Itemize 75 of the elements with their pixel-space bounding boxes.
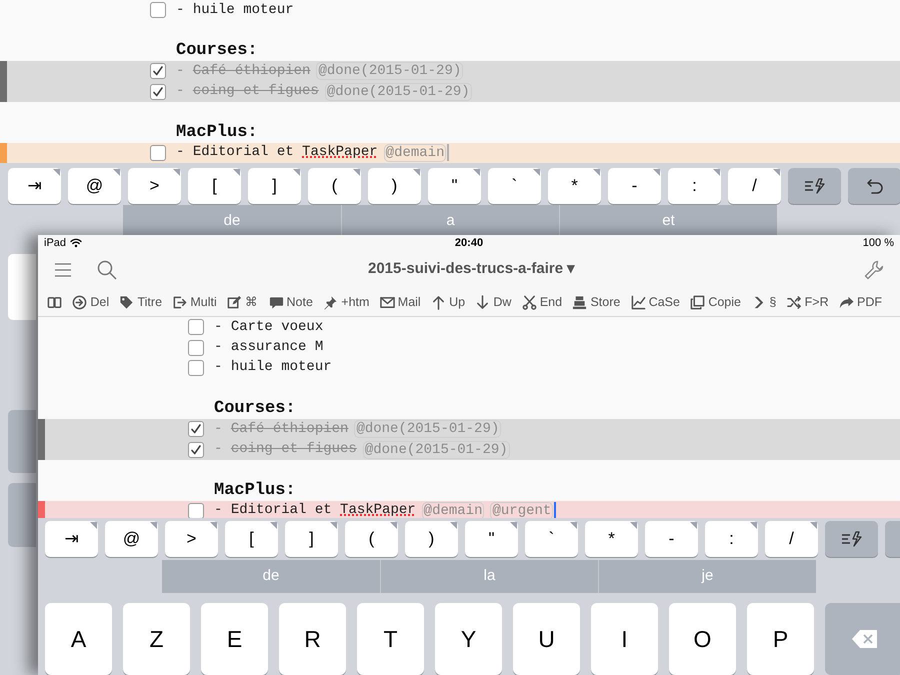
accessory-key[interactable]: * [585, 520, 638, 557]
toolbar-button[interactable]: Dw [475, 293, 512, 312]
keyboard-key[interactable]: Z [123, 602, 190, 675]
accessory-key[interactable]: " [428, 168, 481, 204]
task-text: - coing et figues [214, 440, 357, 460]
toolbar-button[interactable]: +htm [323, 293, 370, 312]
accessory-key[interactable]: - [645, 520, 698, 557]
toolbar-button[interactable]: § [751, 293, 776, 312]
toolbar-button[interactable]: Del [72, 293, 110, 312]
task-text: - Editorial et TaskPaper [176, 143, 378, 162]
accessory-key[interactable]: ] [285, 520, 338, 557]
keyboard-key[interactable]: O [669, 602, 736, 675]
accessory-key[interactable]: " [465, 520, 518, 557]
keyboard-key[interactable]: I [591, 602, 658, 675]
tag-label: @done(2015-01-29) [354, 420, 502, 438]
toolbar-button[interactable]: End [522, 293, 562, 312]
accessory-key[interactable]: [ [225, 520, 278, 557]
accessory-key[interactable]: ( [345, 520, 398, 557]
project-heading: Courses: [176, 41, 258, 62]
project-heading: MacPlus: [176, 122, 258, 143]
task-text: - Café éthiopien [214, 420, 348, 439]
project-heading: MacPlus: [214, 480, 296, 501]
task-text: - Carte voeux [214, 318, 324, 337]
accessory-key[interactable]: : [668, 168, 721, 204]
battery-label: 100 % [862, 236, 894, 251]
accessory-key[interactable]: ( [308, 168, 361, 204]
device-label: iPad [44, 236, 66, 251]
accessory-key[interactable]: ` [488, 168, 541, 204]
toolbar-button[interactable]: F>R [786, 293, 829, 312]
task-text: - Editorial et TaskPaper [214, 501, 416, 518]
task-text: - coing et figues [176, 82, 319, 102]
toolbar-button[interactable]: CaSe [630, 293, 680, 312]
accessory-key[interactable]: / [728, 168, 781, 204]
tag-label: @done(2015-01-29) [324, 82, 472, 101]
accessory-key[interactable]: ⇥ [45, 520, 98, 557]
accessory-key[interactable]: ] [248, 168, 301, 204]
keyboard-key[interactable]: A [45, 602, 112, 675]
toolbar-button[interactable]: Multi [172, 293, 217, 312]
project-heading: Courses: [214, 398, 296, 419]
toolbar-button[interactable]: Store [572, 293, 620, 312]
accessory-key[interactable]: * [548, 168, 601, 204]
accessory-key[interactable]: @ [105, 520, 158, 557]
accessory-key[interactable]: [ [188, 168, 241, 204]
keyboard-key[interactable]: E [201, 602, 268, 675]
accessory-key[interactable]: > [165, 520, 218, 557]
tag-label: @demain [384, 144, 446, 162]
accessory-key[interactable]: > [128, 168, 181, 204]
accessory-key[interactable]: @ [68, 168, 121, 204]
tag-label: @done(2015-01-29) [316, 62, 464, 80]
keyboard-key[interactable]: U [513, 602, 580, 675]
accessory-key[interactable]: / [765, 520, 818, 557]
keyboard-key[interactable]: P [747, 602, 814, 675]
accessory-key[interactable]: ) [405, 520, 458, 557]
clock-label: 20:40 [454, 236, 484, 251]
toolbar-button[interactable]: Mail [380, 293, 421, 312]
toolbar-button[interactable]: Up [431, 293, 466, 312]
accessory-key[interactable]: ` [525, 520, 578, 557]
task-text: - huile moteur [176, 0, 294, 20]
toolbar-button[interactable]: ⌘ [227, 293, 258, 312]
toolbar-button[interactable]: Copie [690, 293, 741, 312]
toolbar-button[interactable]: PDF [839, 293, 882, 312]
keyboard-key[interactable]: T [357, 602, 424, 675]
task-text: - assurance M [214, 338, 324, 358]
accessory-key[interactable]: : [705, 520, 758, 557]
toolbar-button[interactable]: Note [268, 293, 313, 312]
task-text: - huile moteur [214, 358, 332, 378]
document-title[interactable]: 2015-suivi-des-trucs-a-faire ▾ [368, 258, 576, 281]
accessory-key[interactable]: ⇥ [8, 168, 61, 204]
keyboard-key[interactable]: Y [435, 602, 502, 675]
tag-label: @done(2015-01-29) [362, 440, 510, 459]
toolbar-button[interactable]: Titre [119, 293, 162, 312]
accessory-key[interactable]: ) [368, 168, 421, 204]
task-text: - Café éthiopien [176, 62, 310, 81]
accessory-key[interactable]: - [608, 168, 661, 204]
keyboard-key[interactable]: R [279, 602, 346, 675]
